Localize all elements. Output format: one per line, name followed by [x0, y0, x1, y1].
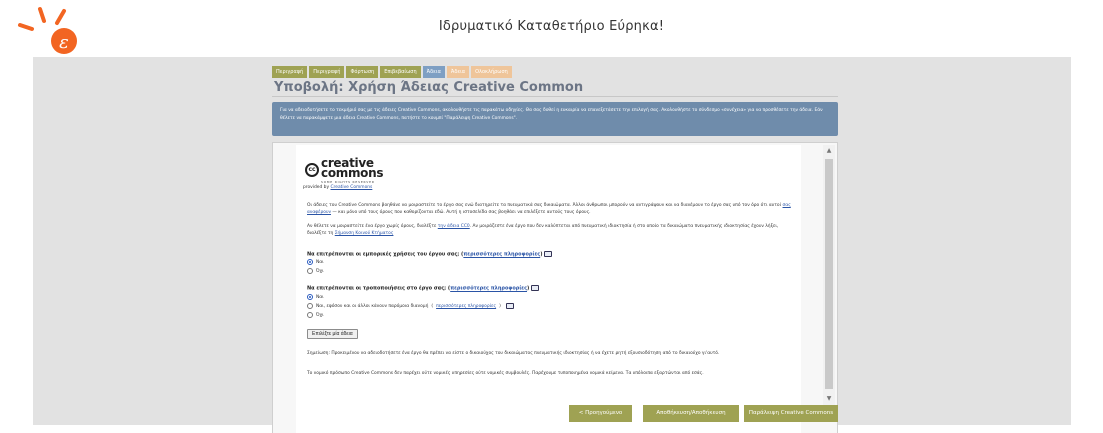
modifications-no-label: Όχι [316, 312, 324, 318]
cc0-paragraph: Αν θέλετε να μοιραστείτε ένα έργο χωρίς … [307, 224, 795, 237]
cc-circle-icon: cc [305, 163, 319, 177]
site-title: Ιδρυματικό Καταθετήριο Εύρηκα! [438, 19, 665, 34]
intro-text-b: — και μόνο υπό τους όρους που καθορίζοντ… [332, 209, 591, 215]
scroll-down-icon[interactable]: ▼ [825, 395, 833, 403]
progress-bar: Περιγραφή Περιγραφή Φόρτωση Επιβεβαίωση … [272, 66, 512, 78]
cc-chooser-panel: cc creative commons SOME RIGHTS RESERVED… [272, 142, 838, 433]
cc-logo-sub: SOME RIGHTS RESERVED [321, 180, 375, 184]
info-popup-icon[interactable] [531, 285, 540, 291]
modifications-question: Να επιτρέπονται οι τροποποιήσεις στο έργ… [307, 285, 540, 292]
cc0-text-a: Αν θέλετε να μοιραστείτε ένα έργο χωρίς … [307, 224, 437, 229]
cc-logo-word-bottom: commons [321, 166, 384, 180]
public-domain-mark-link[interactable]: Σήμανση Κοινού Κτήματος [335, 231, 394, 236]
frame-scrollbar[interactable]: ▲ ▼ [823, 145, 835, 405]
radio-empty-icon[interactable] [307, 268, 313, 274]
radio-empty-icon[interactable] [307, 303, 313, 309]
instructions-text: Για να αδειοδοτήσετε το τεκμήριό σας με … [280, 108, 823, 121]
scrollbar-thumb[interactable] [825, 159, 833, 389]
radio-selected-icon[interactable] [307, 294, 313, 300]
info-popup-icon[interactable] [544, 251, 553, 257]
skip-creative-commons-button[interactable]: Παράλειψη Creative Commons [744, 405, 838, 422]
scroll-up-icon[interactable]: ▲ [825, 147, 833, 155]
progress-step-upload[interactable]: Φόρτωση [346, 66, 379, 78]
progress-step-license: Άδεια [446, 66, 470, 78]
cc-chooser-frame: cc creative commons SOME RIGHTS RESERVED… [296, 145, 801, 433]
commercial-no-label: Όχι [316, 268, 324, 274]
modifications-option-no[interactable]: Όχι [307, 312, 324, 318]
disclaimer-paragraph: Το νομικό πρόσωπο Creative Commons δεν π… [307, 371, 704, 376]
progress-step-describe-2[interactable]: Περιγραφή [309, 66, 345, 78]
provided-by: provided by Creative Commons [303, 185, 372, 190]
share-alike-label: Ναι, εφόσον και οι άλλοι κάνουν παρόμοια… [316, 303, 429, 309]
modifications-more-info-link[interactable]: περισσότερες πληροφορίες [450, 286, 527, 292]
submission-main: Περιγραφή Περιγραφή Φόρτωση Επιβεβαίωση … [272, 63, 838, 433]
info-popup-icon[interactable] [505, 303, 514, 309]
instructions-box: Για να αδειοδοτήσετε το τεκμήριό σας με … [272, 102, 838, 136]
provided-by-label: provided by [303, 185, 330, 190]
cc0-link[interactable]: την άδεια CC0 [438, 224, 470, 229]
page-title: Υποβολή: Χρήση Άδειας Creative Common [274, 80, 584, 95]
commercial-option-yes[interactable]: Ναι [307, 259, 324, 265]
modifications-option-yes[interactable]: Ναι [307, 294, 324, 300]
commercial-option-no[interactable]: Όχι [307, 268, 324, 274]
intro-paragraph: Οι άδειες του Creative Commons βοηθάνε ν… [307, 203, 795, 216]
progress-step-describe-1[interactable]: Περιγραφή [272, 66, 308, 78]
progress-step-complete: Ολοκλήρωση [471, 66, 512, 78]
note-paragraph: Σημείωση: Προκειμένου να αδειοδοτήσετε έ… [307, 351, 720, 356]
commercial-use-question: Να επιτρέπονται οι εμπορικές χρήσεις του… [307, 251, 553, 258]
radio-selected-icon[interactable] [307, 259, 313, 265]
previous-button[interactable]: < Προηγούμενο [569, 405, 632, 422]
progress-step-verify[interactable]: Επιβεβαίωση [380, 66, 421, 78]
commercial-question-text: Να επιτρέπονται οι εμπορικές χρήσεις του… [307, 251, 460, 258]
commercial-yes-label: Ναι [316, 259, 324, 265]
title-divider [272, 96, 838, 97]
commercial-more-info-link[interactable]: περισσότερες πληροφορίες [463, 252, 540, 258]
progress-step-cc-license: Άδεια [422, 66, 445, 78]
cc-logo-word: creative commons [321, 157, 384, 180]
svg-text:ε: ε [59, 32, 69, 53]
save-button[interactable]: Αποθήκευση/Αποθήκευση [643, 405, 739, 422]
modifications-yes-label: Ναι [316, 294, 324, 300]
choose-license-button[interactable]: Επιλέξτε μία άδεια [307, 329, 358, 339]
radio-empty-icon[interactable] [307, 312, 313, 318]
modifications-question-text: Να επιτρέπονται οι τροποποιήσεις στο έργ… [307, 285, 447, 292]
creative-commons-logo: cc creative commons SOME RIGHTS RESERVED [305, 157, 385, 185]
creative-commons-link[interactable]: Creative Commons [330, 185, 372, 190]
modifications-option-share-alike[interactable]: Ναι, εφόσον και οι άλλοι κάνουν παρόμοια… [307, 303, 514, 309]
intro-text-a: Οι άδειες του Creative Commons βοηθάνε ν… [307, 203, 782, 208]
site-header: ε Ιδρυματικό Καταθετήριο Εύρηκα! [0, 0, 1103, 55]
share-alike-more-info-link[interactable]: περισσότερες πληροφορίες [436, 304, 496, 309]
